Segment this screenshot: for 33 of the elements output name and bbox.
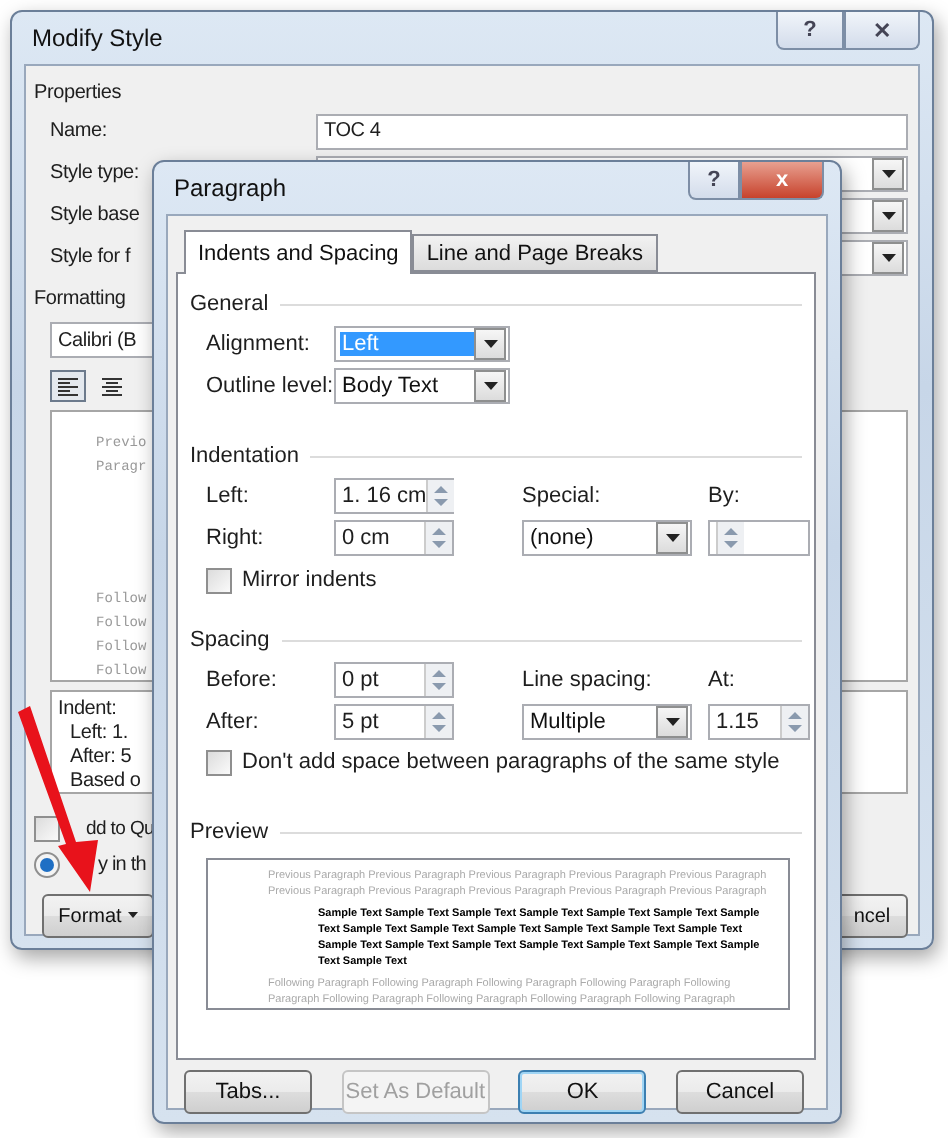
- description-text: Indent:: [58, 698, 117, 722]
- field-label: Special:: [522, 483, 601, 507]
- section-heading: Properties: [34, 81, 122, 103]
- field-label: Left:: [206, 483, 249, 507]
- section-heading: Preview: [190, 820, 269, 844]
- field-label: Style type:: [50, 162, 139, 184]
- dropdown-value: Left: [340, 331, 474, 355]
- dropdown-value: Body Text: [340, 373, 441, 397]
- dialog-title: Paragraph: [174, 174, 287, 202]
- field-label: Alignment:: [206, 331, 310, 355]
- section-heading: Indentation: [190, 444, 299, 468]
- field-label: Outline level:: [206, 373, 334, 397]
- description-text: Based o: [70, 770, 141, 794]
- checkbox-label: Mirror indents: [242, 568, 377, 592]
- section-heading: General: [190, 292, 269, 316]
- description-text: After: 5: [70, 746, 132, 770]
- field-label: After:: [206, 709, 259, 733]
- field-label: Before:: [206, 667, 277, 691]
- window-title: Modify Style: [32, 24, 163, 52]
- field-label: Style for f: [50, 246, 131, 268]
- dropdown-value: Multiple: [528, 709, 608, 733]
- field-label: At:: [708, 667, 735, 691]
- section-heading: Formatting: [34, 287, 126, 309]
- section-heading: Spacing: [190, 628, 270, 652]
- field-label: Name:: [50, 120, 107, 142]
- field-label: Style base: [50, 204, 140, 226]
- field-label: Right:: [206, 525, 264, 549]
- field-label: By:: [708, 483, 740, 507]
- description-text: Left: 1.: [70, 722, 128, 746]
- field-label: Line spacing:: [522, 667, 652, 691]
- dropdown-value: (none): [528, 525, 596, 549]
- radio-label: y in th: [98, 853, 146, 875]
- checkbox-label: Don't add space between paragraphs of the same style: [242, 750, 780, 774]
